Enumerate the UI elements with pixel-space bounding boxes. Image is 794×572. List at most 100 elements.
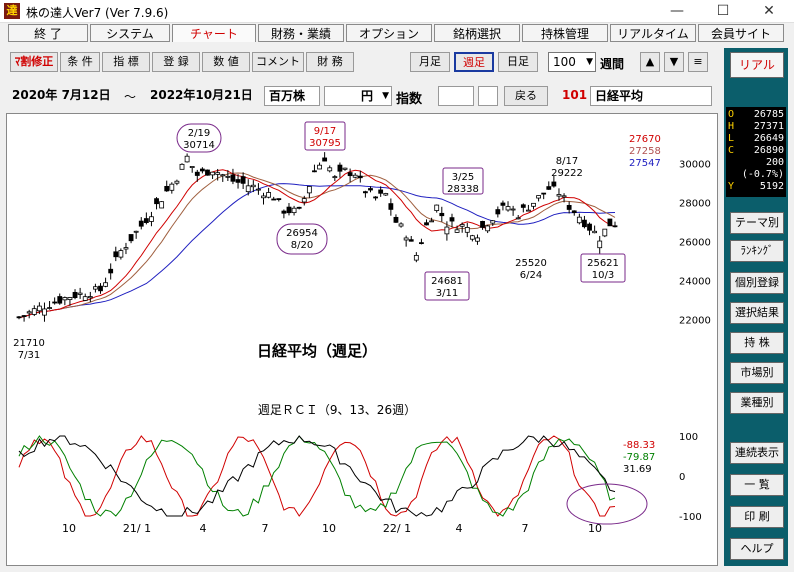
market-button[interactable]: 市場別 [730, 362, 784, 384]
candle-body [388, 203, 394, 210]
comment-button[interactable]: コメント [252, 52, 304, 72]
candle-body [607, 218, 613, 227]
y-tick-label: 28000 [679, 198, 711, 209]
candle-body [510, 208, 516, 211]
candle-body [62, 297, 68, 301]
candle-body [337, 164, 343, 172]
annotation-label: 3/11 [436, 288, 458, 299]
x-axis-label: 7 [262, 522, 269, 535]
ma-13-line [18, 172, 616, 319]
annotation-label: 3/25 [452, 172, 474, 183]
maximize-icon[interactable]: ☐ [700, 0, 746, 22]
candle-body [93, 286, 98, 290]
candle-body [576, 216, 582, 224]
rci-9-line [18, 435, 616, 517]
candle-body [612, 225, 618, 228]
currency-select[interactable]: 円 ▼ [324, 86, 392, 106]
weekly-button[interactable]: 週足 [454, 52, 494, 72]
menu-member-site[interactable]: 会員サイト [698, 24, 784, 42]
x-axis-label: 21/ 1 [123, 522, 151, 535]
candle-body [531, 202, 536, 207]
annotation-label: 21710 [13, 338, 45, 349]
candle-body [398, 223, 404, 227]
financial-button[interactable]: 財 務 [306, 52, 354, 72]
print-button[interactable]: 印 刷 [730, 506, 784, 528]
industry-button[interactable]: 業種別 [730, 392, 784, 414]
menu-option[interactable]: オプション [346, 24, 432, 42]
menu-lines-icon[interactable]: ≡ [688, 52, 708, 72]
quote-change: 200 [765, 157, 784, 168]
candle-body [225, 175, 231, 178]
candle-body [21, 315, 27, 317]
candle-body [301, 198, 307, 203]
x-axis-label: 4 [456, 522, 463, 535]
candle-body [261, 195, 266, 199]
candle-body [164, 185, 170, 192]
candle-body [240, 176, 246, 184]
candle-body [515, 217, 521, 220]
daily-button[interactable]: 日足 [498, 52, 538, 72]
value-button[interactable]: 数 値 [202, 52, 250, 72]
x-axis-label: 10 [588, 522, 602, 535]
realtime-button[interactable]: リアル [730, 52, 784, 78]
arrow-down-icon[interactable]: ▼ [664, 52, 684, 72]
date-from: 2020年 7月12日 [12, 88, 111, 102]
selection-result-button[interactable]: 選択結果 [730, 302, 784, 324]
candle-body [199, 168, 205, 172]
menu-system[interactable]: システム [90, 24, 170, 42]
chart-svg: 30000 28000 26000 24000 22000 276702725827547… [13, 121, 711, 535]
rci-tick-label: 0 [679, 472, 685, 483]
candle-body [36, 305, 42, 312]
chart-panel[interactable]: 30000 28000 26000 24000 22000 27670 27258 27547… [6, 113, 718, 566]
ma-value-label: 27258 [629, 146, 661, 157]
ranking-button[interactable]: ﾗﾝｷﾝｸﾞ [730, 240, 784, 262]
close-icon[interactable]: ✕ [746, 0, 792, 22]
candle-body [571, 210, 577, 214]
candle-body [184, 155, 190, 163]
annotation-label: 28338 [447, 184, 479, 195]
candle-body [536, 195, 541, 199]
rci-title: 週足ＲＣＩ（9、13、26週） [258, 403, 416, 417]
split-adjust-button[interactable]: ﾏ割修正 [10, 52, 58, 72]
annotation-label: 30714 [183, 140, 215, 151]
candle-body [245, 185, 251, 193]
window-title: 株の達人Ver7 (Ver 7.9.6) [26, 6, 169, 20]
list-button[interactable]: 一 覧 [730, 474, 784, 496]
candle-body [368, 188, 373, 191]
candle-body [556, 194, 562, 197]
candle-body [215, 172, 221, 175]
candle-body [143, 218, 149, 223]
minimize-icon[interactable]: — [654, 0, 700, 22]
back-button[interactable]: 戻る [504, 86, 548, 106]
menu-finance[interactable]: 財務・業績 [258, 24, 344, 42]
period-count-select[interactable]: 100 ▼ [548, 52, 596, 72]
candle-body [352, 174, 358, 178]
monthly-button[interactable]: 月足 [410, 52, 450, 72]
menu-exit[interactable]: 終 了 [8, 24, 88, 42]
annotation-label: 25621 [587, 258, 619, 269]
theme-button[interactable]: テーマ別 [730, 212, 784, 234]
help-button[interactable]: ヘルプ [730, 538, 784, 560]
individual-register-button[interactable]: 個別登録 [730, 272, 784, 294]
menu-stock-select[interactable]: 銘柄選択 [434, 24, 520, 42]
candle-body [281, 210, 287, 214]
menu-chart[interactable]: チャート [172, 24, 256, 42]
menu-realtime[interactable]: リアルタイム [610, 24, 696, 42]
candle-body [520, 204, 526, 208]
candle-body [276, 198, 282, 201]
menu-holdings[interactable]: 持株管理 [522, 24, 608, 42]
candle-body [77, 292, 83, 295]
indicator-button[interactable]: 指 標 [102, 52, 150, 72]
candle-body [485, 225, 491, 232]
candle-body [587, 223, 592, 231]
holdings-button[interactable]: 持 株 [730, 332, 784, 354]
quote-open: O 26785 [728, 109, 784, 120]
chevron-down-icon: ▼ [586, 57, 593, 67]
register-button[interactable]: 登 録 [152, 52, 200, 72]
condition-button[interactable]: 条 件 [60, 52, 100, 72]
candle-body [449, 217, 455, 222]
continuous-display-button[interactable]: 連続表示 [730, 442, 784, 464]
candle-body [31, 308, 37, 315]
candle-body [174, 180, 180, 184]
arrow-up-icon[interactable]: ▲ [640, 52, 660, 72]
